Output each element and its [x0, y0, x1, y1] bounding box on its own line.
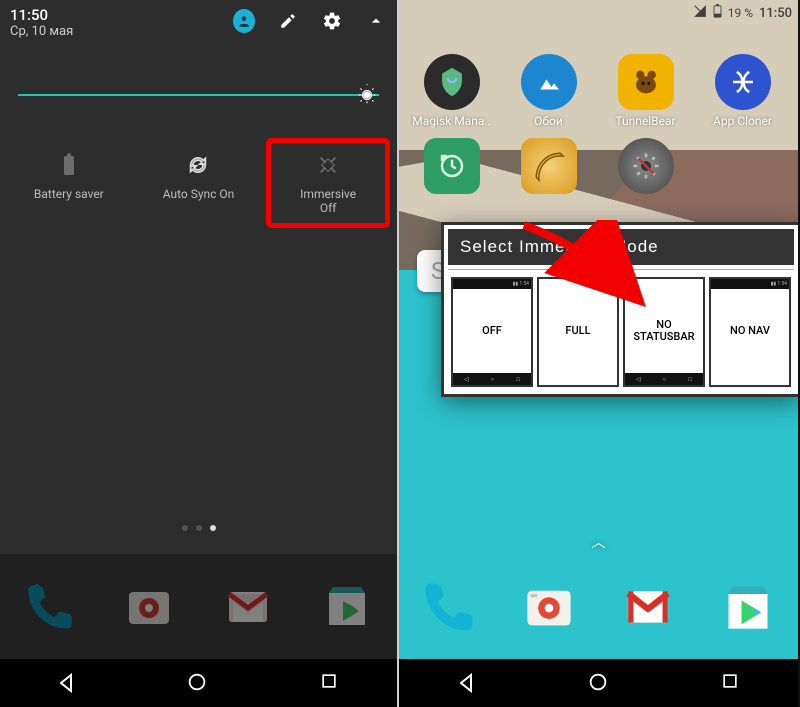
battery-icon — [14, 151, 124, 179]
app-backup[interactable] — [409, 138, 494, 198]
app-label: TunnelBear — [603, 114, 688, 128]
app-app-cloner[interactable]: App Cloner — [700, 54, 785, 128]
tile-label: Auto Sync On — [163, 187, 235, 201]
left-dock-dimmed — [0, 554, 397, 659]
dialog-options-row: ▮▮ 1:54 OFF ◁○□ FULL NO STATUSBAR ◁○□ ▮▮… — [448, 274, 794, 390]
brightness-auto-icon — [355, 83, 379, 107]
immersive-option-full[interactable]: FULL — [537, 277, 619, 387]
app-magisk-manager[interactable]: Magisk Mana.. — [409, 54, 494, 128]
app-grid: Magisk Mana.. Обои TunnelBear App Cloner — [399, 24, 798, 198]
phone-app-icon[interactable] — [20, 577, 80, 637]
dialog-title: Select Immersive Mode — [460, 237, 659, 256]
app-wallpapers[interactable]: Обои — [506, 54, 591, 128]
app-label: App Cloner — [700, 114, 785, 128]
nav-home-button[interactable] — [587, 671, 611, 695]
right-navbar — [399, 659, 798, 707]
statusbar-time: 11:50 — [759, 6, 792, 21]
nav-home-button[interactable] — [186, 671, 210, 695]
battery-icon — [713, 4, 722, 22]
user-avatar-button[interactable] — [233, 10, 255, 32]
tile-immersive[interactable]: Immersive Off — [269, 141, 387, 225]
app-tunnelbear[interactable]: TunnelBear — [603, 54, 688, 128]
qs-page-indicator — [182, 525, 216, 531]
signal-no-sim-icon — [693, 4, 707, 22]
qs-statusbar: 11:50 Ср, 10 мая — [0, 0, 397, 43]
qs-time: 11:50 — [10, 6, 73, 24]
app-drawer-handle-icon[interactable]: ︿ — [592, 532, 606, 552]
tile-auto-sync[interactable]: Auto Sync On — [139, 141, 257, 225]
sync-icon — [143, 151, 253, 179]
nav-back-button[interactable] — [54, 671, 78, 695]
home-screen: 19 % 11:50 Magisk Mana.. Обои TunnelBear — [399, 0, 798, 707]
left-navbar — [0, 659, 397, 707]
camera-app-icon[interactable] — [119, 577, 179, 637]
immersive-option-off[interactable]: ▮▮ 1:54 OFF ◁○□ — [451, 277, 533, 387]
tile-label: Immersive — [300, 187, 356, 201]
collapse-icon[interactable] — [365, 10, 387, 32]
tile-label-line2: Off — [273, 201, 383, 215]
right-statusbar: 19 % 11:50 — [399, 0, 798, 24]
nav-back-button[interactable] — [454, 671, 478, 695]
option-label: OFF — [453, 289, 531, 373]
immersive-icon — [273, 151, 383, 179]
gmail-app-icon[interactable] — [618, 577, 678, 637]
option-label: NO NAV — [711, 289, 789, 373]
quick-settings-panel: 11:50 Ср, 10 мая — [0, 0, 399, 707]
brightness-slider[interactable] — [18, 83, 379, 107]
settings-icon[interactable] — [321, 10, 343, 32]
nav-recent-button[interactable] — [720, 671, 744, 695]
phone-app-icon[interactable] — [419, 577, 479, 637]
option-label: NO STATUSBAR — [625, 289, 703, 373]
play-store-app-icon[interactable] — [718, 577, 778, 637]
app-label: Обои — [506, 114, 591, 128]
nav-recent-button[interactable] — [319, 671, 343, 695]
option-label: FULL — [539, 289, 617, 373]
immersive-mode-dialog: Select Immersive Mode ▮▮ 1:54 OFF ◁○□ FU… — [441, 222, 798, 397]
camera-app-icon[interactable] — [519, 577, 579, 637]
play-store-app-icon[interactable] — [317, 577, 377, 637]
app-ruler[interactable] — [506, 138, 591, 198]
app-label: Magisk Mana.. — [409, 114, 494, 128]
qs-date: Ср, 10 мая — [10, 24, 73, 39]
tile-label: Battery saver — [34, 187, 104, 201]
app-dev-settings[interactable] — [603, 138, 688, 198]
gmail-app-icon[interactable] — [218, 577, 278, 637]
battery-percentage: 19 % — [728, 6, 753, 20]
tile-battery-saver[interactable]: Battery saver — [10, 141, 128, 225]
immersive-option-no-nav[interactable]: ▮▮ 1:54 NO NAV — [709, 277, 791, 387]
immersive-option-no-statusbar[interactable]: NO STATUSBAR ◁○□ — [623, 277, 705, 387]
edit-icon[interactable] — [277, 10, 299, 32]
right-dock — [399, 554, 798, 659]
qs-tiles-row: Battery saver Auto Sync On Immersive Off — [0, 141, 397, 225]
